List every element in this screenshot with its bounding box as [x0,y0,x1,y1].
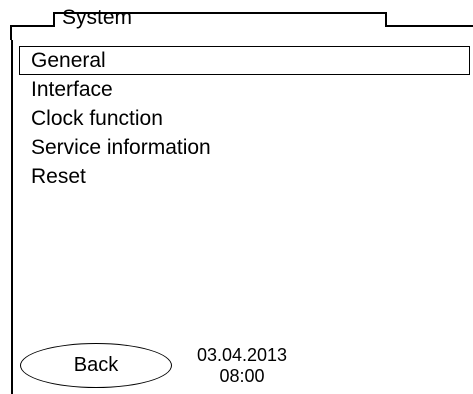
system-menu-screen: System General Interface Clock function … [0,0,473,394]
date-text: 03.04.2013 [196,345,288,365]
time-text: 08:00 [219,366,265,386]
menu-item-service-information[interactable]: Service information [19,133,470,162]
menu-item-interface[interactable]: Interface [19,75,470,104]
display-left-border [11,40,13,394]
date-time-display: 03.04.2013 08:00 [192,345,292,387]
system-menu-list: General Interface Clock function Service… [19,46,470,191]
menu-item-general[interactable]: General [19,46,470,75]
page-title: System [62,6,133,29]
menu-item-clock-function[interactable]: Clock function [19,104,470,133]
menu-item-reset[interactable]: Reset [19,162,470,191]
back-button[interactable]: Back [20,343,172,388]
